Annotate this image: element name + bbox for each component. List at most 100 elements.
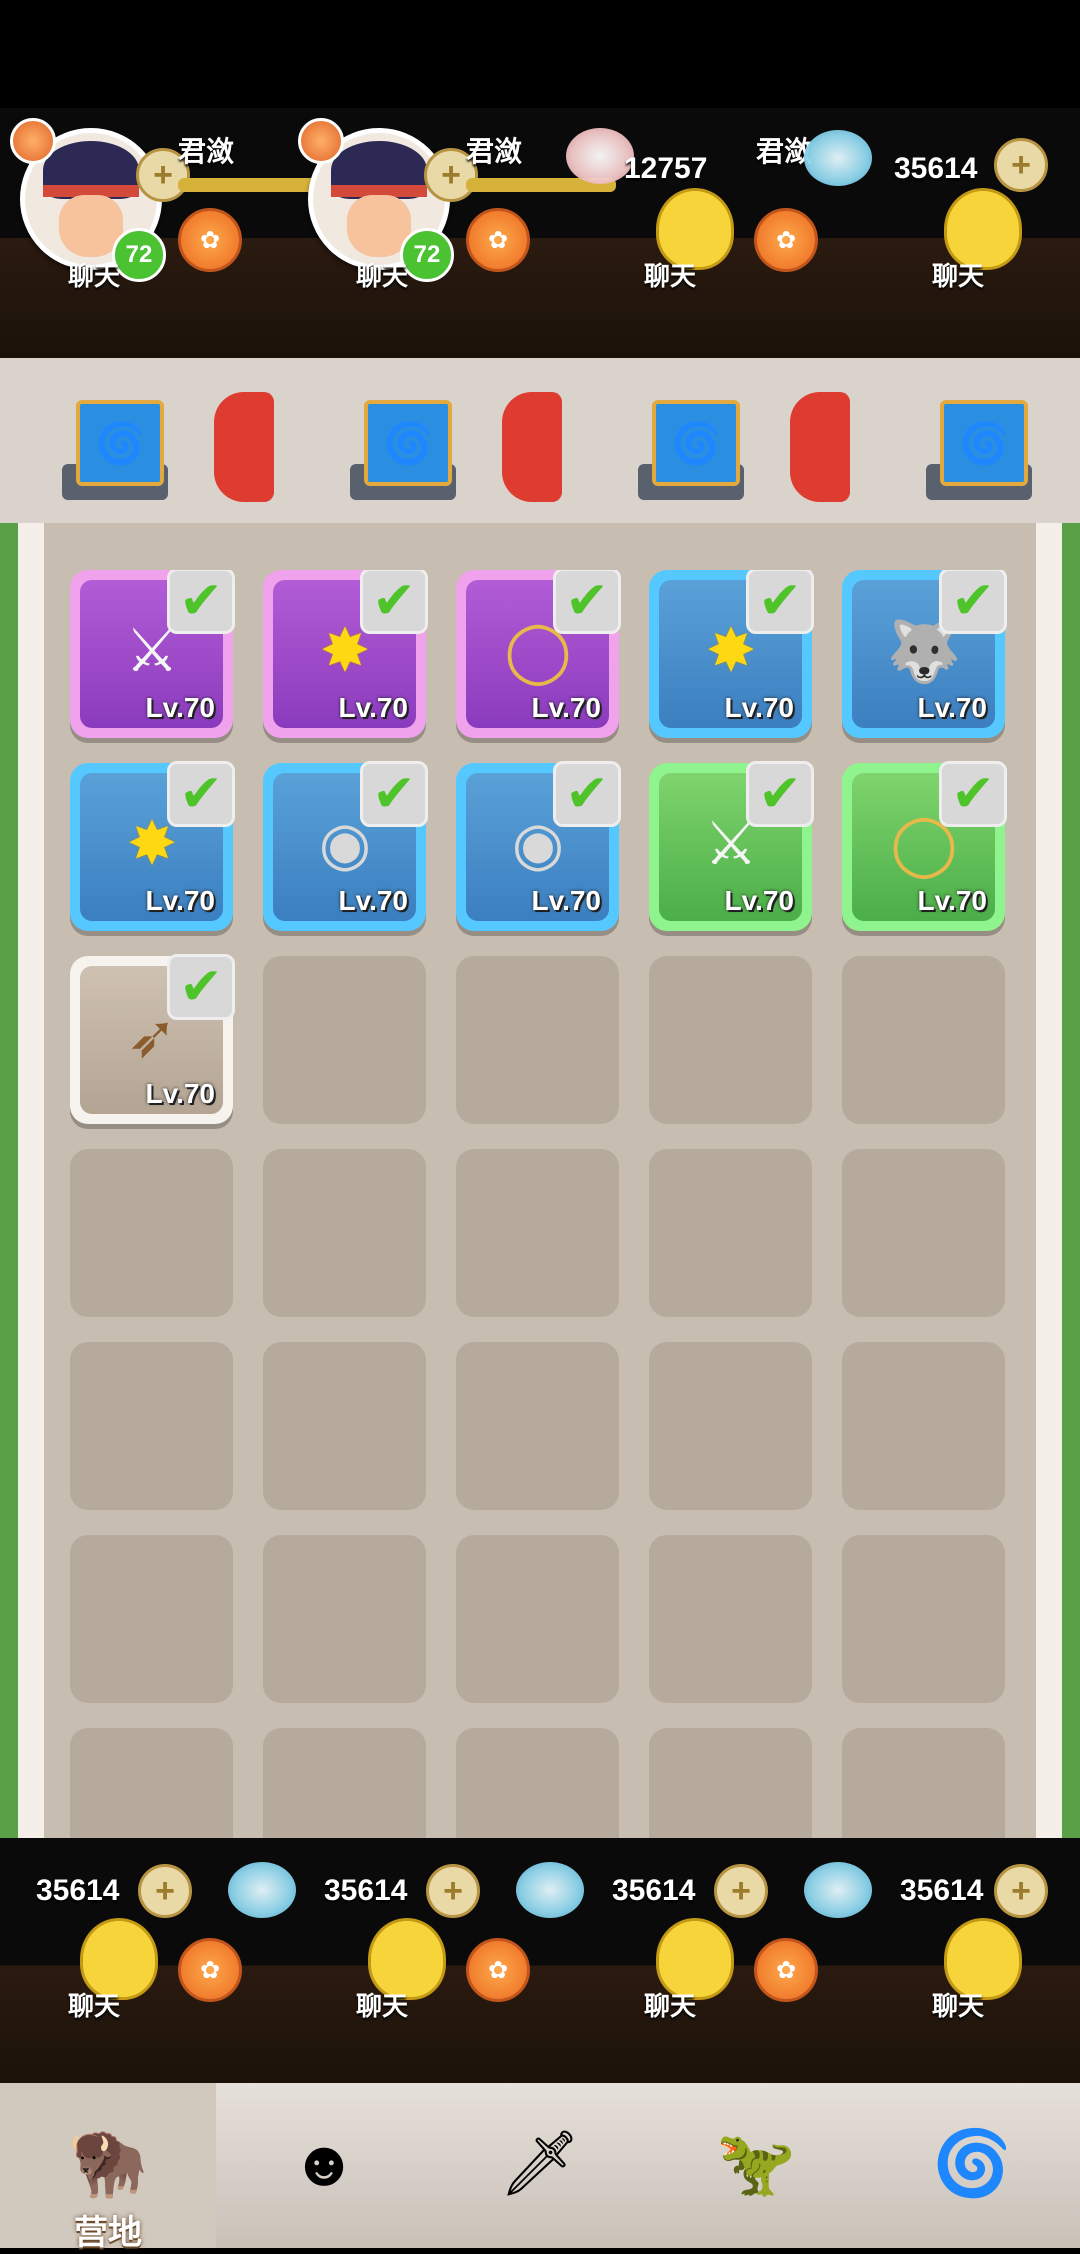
checkmark-icon[interactable]: ✔ bbox=[167, 570, 235, 634]
totem-icon: 🌀 bbox=[912, 400, 1046, 504]
empty-slot bbox=[842, 956, 1005, 1124]
nav-item-4[interactable]: 🌀 bbox=[864, 2083, 1080, 2248]
empty-slot bbox=[456, 1535, 619, 1703]
empty-slot bbox=[842, 1728, 1005, 1838]
empty-slot bbox=[649, 1149, 812, 1317]
flame-icon bbox=[10, 118, 56, 164]
empty-slot bbox=[70, 1728, 233, 1838]
chat-label[interactable]: 聊天 bbox=[356, 1986, 408, 2023]
camp-chief-icon: 🦬 bbox=[68, 2126, 148, 2199]
empty-slot bbox=[649, 1535, 812, 1703]
inventory-item[interactable]: ⚔ Lv.70 ✔ bbox=[70, 570, 235, 738]
empty-slot bbox=[70, 1535, 233, 1703]
inventory-item[interactable]: ✸ Lv.70 ✔ bbox=[649, 570, 814, 738]
item-level-label: Lv.70 bbox=[145, 885, 215, 916]
gem-icon bbox=[804, 130, 872, 186]
item-level-label: Lv.70 bbox=[338, 692, 408, 723]
banner-strip: 🌀 🌀 🌀 🌀 bbox=[0, 358, 1080, 523]
empty-slot bbox=[263, 956, 426, 1124]
nav-item-0[interactable]: 🦬 营地 bbox=[0, 2083, 216, 2252]
inventory-item[interactable]: ◯ Lv.70 ✔ bbox=[842, 761, 1007, 931]
item-level-label: Lv.70 bbox=[145, 692, 215, 723]
plus-button[interactable]: + bbox=[426, 1864, 480, 1918]
checkmark-icon[interactable]: ✔ bbox=[553, 761, 621, 827]
checkmark-icon[interactable]: ✔ bbox=[360, 570, 428, 634]
gift-button[interactable]: ✿ bbox=[178, 1938, 242, 2002]
inventory-item[interactable]: ✸ Lv.70 ✔ bbox=[70, 761, 235, 931]
chat-label[interactable]: 聊天 bbox=[932, 256, 984, 293]
player-panel: 72 聊天 + 君潋 ✿ bbox=[0, 108, 328, 308]
totem-icon: 🌀 bbox=[624, 400, 758, 504]
hero-icon: ☻ bbox=[290, 2127, 358, 2199]
chat-label[interactable]: 聊天 bbox=[356, 256, 408, 293]
totem-tile[interactable]: 🌀 bbox=[0, 358, 274, 523]
item-level-label: Lv.70 bbox=[145, 1078, 215, 1109]
player-name: 君潋 bbox=[178, 136, 235, 167]
inventory-item[interactable]: ◉ Lv.70 ✔ bbox=[263, 761, 428, 931]
inventory-item[interactable]: ✸ Lv.70 ✔ bbox=[263, 570, 428, 738]
totem-tile[interactable]: 🌀 bbox=[864, 358, 1080, 523]
chat-label[interactable]: 聊天 bbox=[644, 1986, 696, 2023]
nav-item-2[interactable]: 🗡 bbox=[432, 2083, 648, 2248]
checkmark-icon[interactable]: ✔ bbox=[939, 761, 1007, 827]
totem-icon: 🌀 bbox=[48, 400, 182, 504]
empty-slot bbox=[70, 1342, 233, 1510]
item-level-label: Lv.70 bbox=[917, 885, 987, 916]
player-level-badge: 72 bbox=[112, 228, 166, 282]
bottom-hud-band: 35614 + 聊天 ✿ 35614 + 聊天 ✿ 35614 + 聊天 ✿ 3… bbox=[0, 1838, 1080, 2083]
gem-count: 35614 bbox=[612, 1874, 696, 1907]
chat-label[interactable]: 聊天 bbox=[68, 1986, 120, 2023]
plus-button[interactable]: + bbox=[994, 138, 1048, 192]
checkmark-icon[interactable]: ✔ bbox=[167, 761, 235, 827]
inventory-item[interactable]: ⚔ Lv.70 ✔ bbox=[649, 761, 814, 931]
nav-item-3[interactable]: 🦖 bbox=[648, 2083, 864, 2248]
plus-button[interactable]: + bbox=[138, 1864, 192, 1918]
gem-count: 35614 bbox=[36, 1874, 120, 1907]
equipment-icon: 🗡 bbox=[499, 2126, 581, 2199]
flame-icon bbox=[298, 118, 344, 164]
player-panel-2: 72 聊天 + 君潋 ✿ bbox=[288, 108, 616, 308]
totem-icon: 🌀 bbox=[336, 400, 470, 504]
plus-button[interactable]: + bbox=[994, 1864, 1048, 1918]
item-level-label: Lv.70 bbox=[917, 692, 987, 723]
gem-icon bbox=[516, 1862, 584, 1918]
checkmark-icon[interactable]: ✔ bbox=[939, 570, 1007, 634]
plus-button[interactable]: + bbox=[714, 1864, 768, 1918]
totem-icon: 🌀 bbox=[932, 2126, 1012, 2199]
empty-slot bbox=[649, 956, 812, 1124]
chat-label[interactable]: 聊天 bbox=[644, 256, 696, 293]
gift-button[interactable]: ✿ bbox=[754, 208, 818, 272]
gift-button[interactable]: ✿ bbox=[178, 208, 242, 272]
checkmark-icon[interactable]: ✔ bbox=[167, 954, 235, 1020]
gift-button[interactable]: ✿ bbox=[466, 208, 530, 272]
totem-tile[interactable]: 🌀 bbox=[576, 358, 850, 523]
gem-count: 35614 bbox=[900, 1874, 984, 1907]
chat-label[interactable]: 聊天 bbox=[68, 256, 120, 293]
item-level-label: Lv.70 bbox=[724, 692, 794, 723]
inventory-item[interactable]: 🐺 Lv.70 ✔ bbox=[842, 570, 1007, 738]
checkmark-icon[interactable]: ✔ bbox=[360, 761, 428, 827]
empty-slot bbox=[263, 1149, 426, 1317]
totem-tile[interactable]: 🌀 bbox=[288, 358, 562, 523]
item-level-label: Lv.70 bbox=[531, 885, 601, 916]
gift-button[interactable]: ✿ bbox=[466, 1938, 530, 2002]
empty-slot bbox=[649, 1728, 812, 1838]
inventory-item[interactable]: ◉ Lv.70 ✔ bbox=[456, 761, 621, 931]
gem-icon bbox=[804, 1862, 872, 1918]
checkmark-icon[interactable]: ✔ bbox=[553, 570, 621, 634]
inventory-item[interactable]: ◯ Lv.70 ✔ bbox=[456, 570, 621, 738]
empty-slot bbox=[456, 1728, 619, 1838]
gem-count: 35614 bbox=[324, 1874, 408, 1907]
checkmark-icon[interactable]: ✔ bbox=[746, 761, 814, 827]
dino-icon bbox=[502, 392, 562, 502]
empty-slot bbox=[456, 1149, 619, 1317]
gift-button[interactable]: ✿ bbox=[754, 1938, 818, 2002]
item-level-label: Lv.70 bbox=[531, 692, 601, 723]
empty-slot bbox=[456, 956, 619, 1124]
chat-label[interactable]: 聊天 bbox=[932, 1986, 984, 2023]
nav-item-1[interactable]: ☻ bbox=[216, 2083, 432, 2248]
player-level-badge: 72 bbox=[400, 228, 454, 282]
checkmark-icon[interactable]: ✔ bbox=[746, 570, 814, 634]
item-level-label: Lv.70 bbox=[724, 885, 794, 916]
inventory-item[interactable]: ➶ Lv.70 ✔ bbox=[70, 954, 235, 1124]
